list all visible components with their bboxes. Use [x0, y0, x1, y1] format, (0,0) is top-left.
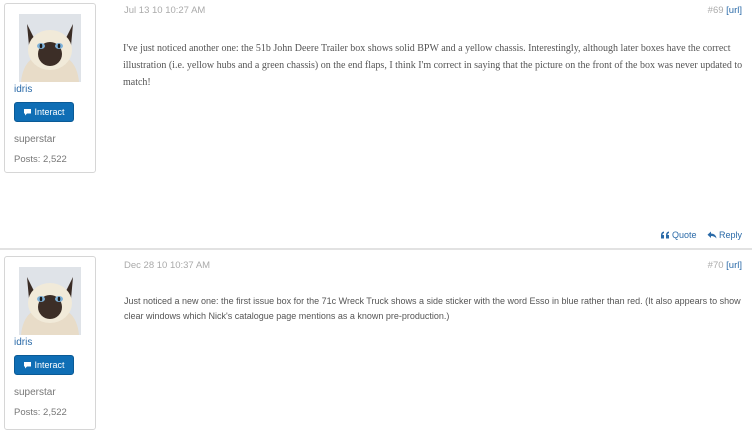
post-count: Posts: 2,522	[14, 154, 67, 165]
username[interactable]: idris	[14, 84, 32, 95]
chat-bubble-icon	[24, 109, 32, 116]
post-date: Dec 28 10 10:37 AM	[124, 260, 211, 271]
reply-label: Reply	[718, 230, 742, 240]
chat-bubble-icon	[24, 362, 32, 369]
post-actions: Quote Reply	[660, 230, 742, 240]
post-number: #70 [url]	[708, 260, 742, 271]
interact-label: Interact	[34, 360, 65, 370]
post-body: Just noticed a new one: the first issue …	[124, 296, 741, 321]
interact-label: Interact	[34, 107, 65, 117]
author-panel: idris Interact superstar Posts: 2,522	[4, 3, 96, 173]
post-number-link[interactable]: #70	[708, 260, 724, 271]
post-69: idris Interact superstar Posts: 2,522 Ju…	[0, 0, 752, 249]
interact-button[interactable]: Interact	[14, 102, 74, 122]
user-rank: superstar	[14, 387, 56, 398]
post-body: I've just noticed another one: the 51b J…	[123, 43, 743, 88]
author-panel: idris Interact superstar Posts: 2,522	[4, 256, 96, 430]
avatar[interactable]	[19, 14, 81, 82]
reply-button[interactable]: Reply	[707, 230, 742, 240]
avatar[interactable]	[19, 267, 81, 335]
post-number: #69 [url]	[708, 5, 742, 16]
user-rank: superstar	[14, 134, 56, 145]
quote-icon	[660, 231, 669, 239]
post-count: Posts: 2,522	[14, 407, 67, 418]
quote-label: Quote	[671, 230, 697, 240]
quote-button[interactable]: Quote	[660, 230, 697, 240]
reply-arrow-icon	[707, 231, 717, 239]
post-70: idris Interact superstar Posts: 2,522 De…	[0, 250, 752, 430]
interact-button[interactable]: Interact	[14, 355, 74, 375]
post-number-link[interactable]: #69	[708, 5, 724, 16]
post-date: Jul 13 10 10:27 AM	[124, 5, 206, 16]
url-link[interactable]: [url]	[726, 5, 742, 16]
username[interactable]: idris	[14, 337, 32, 348]
url-link[interactable]: [url]	[726, 260, 742, 271]
